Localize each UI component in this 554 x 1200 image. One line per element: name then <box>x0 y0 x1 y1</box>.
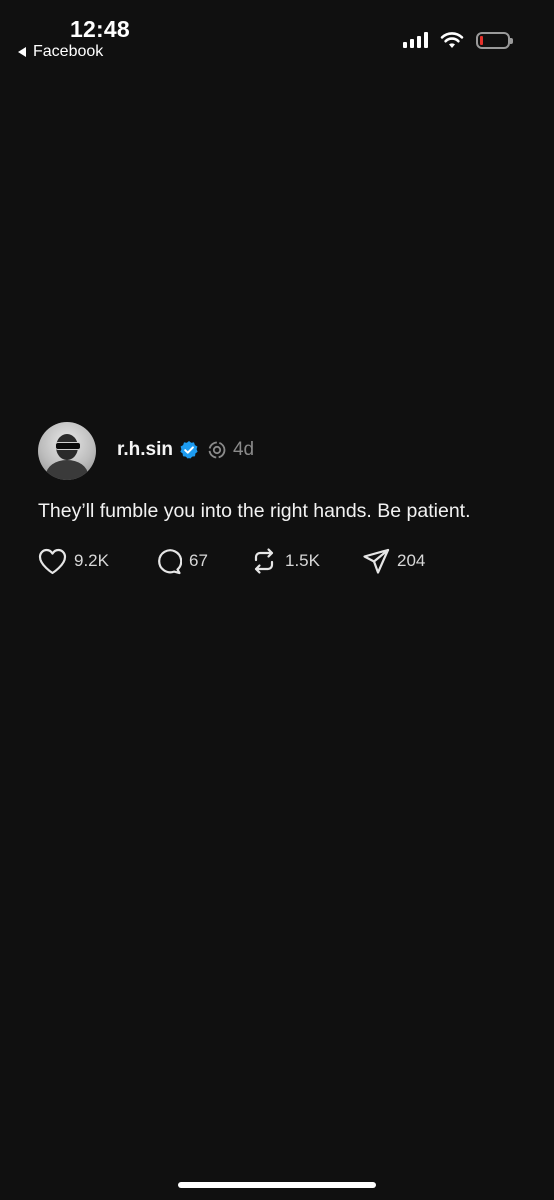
back-triangle-icon <box>18 47 26 57</box>
ai-label-icon[interactable] <box>207 440 227 460</box>
post-header: r.h.sin 4d <box>38 422 538 480</box>
post-meta: r.h.sin 4d <box>117 439 254 461</box>
post-actions: 9.2K 67 1.5K 204 <box>38 547 538 575</box>
heart-icon <box>38 548 67 574</box>
verified-badge-icon <box>179 440 199 460</box>
username[interactable]: r.h.sin <box>117 439 173 461</box>
status-time: 12:48 <box>70 16 130 42</box>
thread-post: r.h.sin 4d They’ll fumble you into the r… <box>38 422 538 575</box>
back-app-label: Facebook <box>33 43 104 60</box>
like-button[interactable]: 9.2K <box>38 548 154 575</box>
repost-icon <box>254 548 274 574</box>
post-text: They’ll fumble you into the right hands.… <box>38 500 471 522</box>
comment-bubble-icon <box>158 549 182 575</box>
post-timestamp: 4d <box>232 439 255 460</box>
send-paper-plane-icon <box>363 548 390 574</box>
reply-count: 67 <box>189 551 208 570</box>
repost-button[interactable]: 1.5K <box>250 547 362 575</box>
back-to-app-link[interactable]: Facebook <box>18 43 103 61</box>
home-indicator[interactable] <box>178 1182 376 1188</box>
like-count: 9.2K <box>74 551 109 570</box>
repost-count: 1.5K <box>285 551 320 570</box>
status-indicators <box>403 31 513 49</box>
avatar[interactable] <box>38 422 96 480</box>
share-button[interactable]: 204 <box>362 547 425 575</box>
battery-level <box>480 35 483 45</box>
share-count: 204 <box>397 551 426 570</box>
battery-icon <box>476 31 513 49</box>
reply-button[interactable]: 67 <box>154 547 250 575</box>
wifi-icon <box>440 32 464 48</box>
cellular-signal-icon <box>403 32 428 48</box>
